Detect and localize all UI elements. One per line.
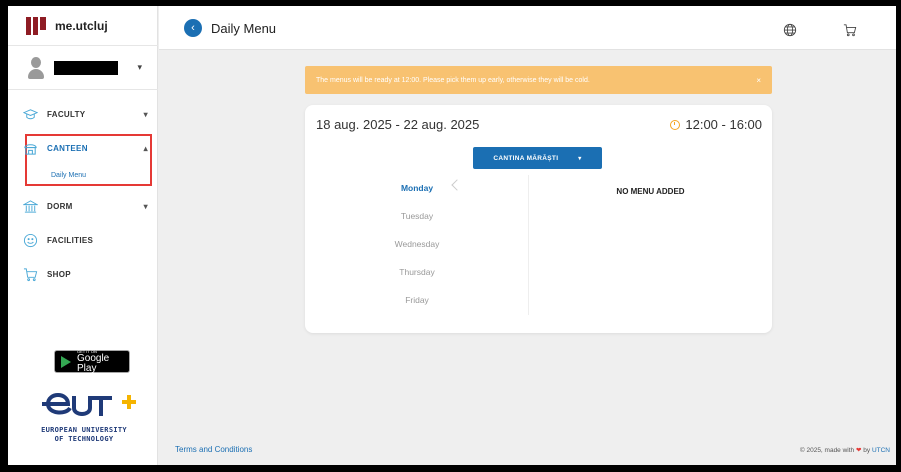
caret-down-icon: ▾: [137, 62, 142, 72]
day-tab-monday[interactable]: Monday: [305, 183, 529, 193]
sidebar-item-label: DORM: [47, 201, 73, 211]
eut-caption-line1: EUROPEAN UNIVERSITY: [41, 426, 127, 434]
sidebar: me.utcluj ▾ FACULTY ▾ CANTEEN ▴ Daily Me…: [8, 6, 166, 465]
serving-hours-text: 12:00 - 16:00: [685, 117, 762, 132]
footer-credit-org[interactable]: UTCN: [872, 447, 890, 454]
footer-credit-prefix: © 2025, made with: [799, 447, 855, 454]
eut-caption-line2: OF TECHNOLOGY: [54, 435, 114, 443]
brand[interactable]: me.utcluj: [8, 6, 158, 46]
sidebar-item-label: FACILITIES: [47, 235, 94, 245]
chevron-down-icon: ▾: [143, 109, 148, 119]
close-icon[interactable]: ×: [756, 76, 761, 85]
day-tab-friday[interactable]: Friday: [305, 295, 529, 305]
active-pointer: [158, 170, 166, 186]
brand-name: me.utcluj: [55, 18, 108, 33]
sidebar-item-label: CANTEEN: [47, 143, 88, 153]
sidebar-item-dorm[interactable]: DORM ▾: [22, 194, 148, 218]
day-tab-tuesday[interactable]: Tuesday: [305, 211, 529, 221]
building-icon: [22, 198, 38, 214]
graduation-cap-icon: [22, 106, 38, 122]
sidebar-item-canteen[interactable]: CANTEEN ▴: [22, 136, 148, 160]
page-title: Daily Menu: [211, 21, 277, 36]
day-tab-wednesday[interactable]: Wednesday: [305, 239, 529, 249]
app-frame: me.utcluj ▾ FACULTY ▾ CANTEEN ▴ Daily Me…: [8, 6, 896, 465]
sidebar-item-label: FACULTY: [47, 109, 86, 119]
chevron-down-icon: ▾: [143, 201, 148, 211]
utcn-logo-icon: [26, 16, 46, 35]
sidebar-subitem-daily-menu[interactable]: Daily Menu: [51, 172, 86, 179]
sidebar-item-shop[interactable]: SHOP: [22, 262, 148, 286]
footer-credit-by: by: [863, 447, 871, 454]
back-button[interactable]: ‹: [184, 19, 202, 37]
store-badge-big: Google Play: [77, 352, 110, 374]
top-bar: ‹ Daily Menu: [159, 6, 896, 50]
smiley-icon: [22, 232, 38, 248]
chevron-left-icon: ‹: [191, 22, 195, 34]
canteen-select-button[interactable]: CANTINA MĂRĂȘTI ▾: [473, 147, 602, 169]
banner-text: The menus will be ready at 12:00. Please…: [316, 76, 590, 84]
user-name-redacted: [54, 60, 118, 75]
sidebar-item-label: SHOP: [47, 269, 71, 279]
play-store-icon: [61, 355, 71, 368]
canteen-select-label: CANTINA MĂRĂȘTI: [493, 154, 559, 162]
day-list: Monday Tuesday Wednesday Thursday Friday: [305, 175, 529, 315]
eut-caption: EUROPEAN UNIVERSITY OF TECHNOLOGY: [20, 426, 148, 444]
menu-card: 18 aug. 2025 - 22 aug. 2025 12:00 - 16:0…: [305, 105, 772, 333]
terms-link[interactable]: Terms and Conditions: [175, 445, 252, 454]
sidebar-item-facilities[interactable]: FACILITIES: [22, 228, 148, 252]
cart-icon[interactable]: [843, 23, 857, 37]
sidebar-item-faculty[interactable]: FACULTY ▾: [22, 102, 148, 126]
heart-icon: ❤: [855, 447, 862, 454]
user-menu[interactable]: ▾: [8, 46, 158, 90]
serving-hours: 12:00 - 16:00: [670, 117, 762, 132]
cart-icon: [22, 266, 38, 282]
week-range: 18 aug. 2025 - 22 aug. 2025: [316, 117, 480, 132]
day-tab-thursday[interactable]: Thursday: [305, 267, 529, 277]
footer-credit: © 2025, made with ❤ by UTCN: [800, 446, 890, 454]
info-banner: The menus will be ready at 12:00. Please…: [305, 66, 772, 94]
canteen-icon: [22, 140, 38, 156]
avatar-icon: [28, 56, 44, 79]
eut-logo: [42, 393, 136, 416]
clock-icon: [670, 119, 681, 130]
chevron-up-icon: ▴: [143, 143, 148, 153]
google-play-badge[interactable]: GET IT ON Google Play: [54, 349, 130, 374]
empty-menu-message: NO MENU ADDED: [616, 187, 685, 196]
caret-down-icon: ▾: [578, 155, 582, 162]
globe-icon[interactable]: [783, 23, 797, 37]
